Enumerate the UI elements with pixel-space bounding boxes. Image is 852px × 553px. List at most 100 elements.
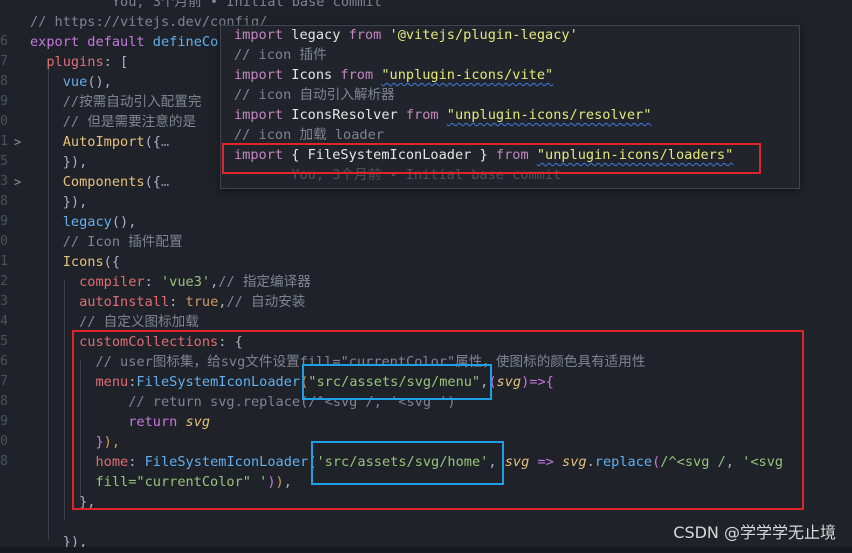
line-number: 1	[0, 254, 8, 269]
peek-line: // icon 自动引入解析器	[234, 85, 395, 105]
line-number: 7	[0, 54, 8, 69]
code-line[interactable]: 8 }),	[0, 192, 852, 212]
code-line[interactable]: 3 autoInstall: true,// 自动安装	[0, 292, 852, 312]
peek-token: import	[234, 67, 292, 83]
line-number: 3	[0, 174, 8, 189]
code-text: export default defineCo	[30, 32, 218, 52]
code-token: …	[160, 174, 170, 190]
peek-token: import	[234, 27, 292, 43]
code-token: ({	[144, 134, 161, 150]
line-number: 0	[0, 114, 8, 129]
code-text: // 自定义图标加载	[30, 312, 199, 332]
peek-token: from	[405, 107, 447, 123]
csdn-watermark: CSDN @学学学无止境	[673, 523, 836, 542]
code-text: autoInstall: true,// 自动安装	[30, 292, 305, 312]
code-text: vue(),	[30, 72, 112, 92]
highlight-box-home-path	[311, 441, 504, 485]
code-token: }),	[30, 194, 88, 210]
line-number: 4	[0, 314, 8, 329]
code-token: // Icon 插件配置	[30, 234, 183, 250]
code-token: true	[185, 294, 219, 310]
status-bar	[0, 547, 852, 553]
line-number: 9	[0, 414, 8, 429]
code-line[interactable]: You, 3个月前 • Initial base commit	[0, 0, 852, 12]
line-number: 9	[0, 94, 8, 109]
code-token: …	[160, 134, 170, 150]
peek-token: "unplugin-icons/resolver"	[446, 107, 652, 123]
code-text: compiler: 'vue3',// 指定编译器	[30, 272, 311, 292]
code-token: : [	[103, 54, 129, 70]
peek-token: from	[340, 67, 382, 83]
code-token: }),	[30, 154, 88, 170]
code-token: // 但是需要注意的是	[30, 114, 197, 130]
line-number: 7	[0, 374, 8, 389]
line-number: 6	[0, 354, 8, 369]
code-token: :	[144, 274, 161, 290]
highlight-box-import-loader	[222, 143, 761, 174]
code-text: You, 3个月前 • Initial base commit	[30, 0, 382, 12]
code-text: Icons({	[30, 252, 120, 272]
code-text: // Icon 插件配置	[30, 232, 183, 252]
line-number: 9	[0, 214, 8, 229]
code-token: default	[87, 34, 153, 50]
peek-line: // icon 加载 loader	[234, 125, 384, 145]
peek-token: // icon 自动引入解析器	[234, 87, 395, 103]
code-text: Components({…	[30, 172, 169, 192]
code-line[interactable]: 0 // Icon 插件配置	[0, 232, 852, 252]
peek-token: // icon 插件	[234, 47, 327, 63]
code-line[interactable]: 4 // 自定义图标加载	[0, 312, 852, 332]
code-token: (),	[87, 74, 112, 90]
code-token: ({	[144, 174, 161, 190]
code-token: plugins	[46, 54, 104, 70]
code-token: ({	[103, 254, 121, 270]
code-text: legacy(),	[30, 212, 137, 232]
line-number: 3	[0, 294, 8, 309]
peek-line: // icon 插件	[234, 45, 327, 65]
code-line[interactable]: 1 Icons({	[0, 252, 852, 272]
line-number: 8	[0, 394, 8, 409]
line-number: 8	[0, 74, 8, 89]
code-token: AutoImport	[62, 134, 145, 150]
peek-token: "unplugin-icons/vite"	[381, 67, 554, 83]
code-token: autoInstall	[79, 294, 170, 310]
peek-token: from	[348, 27, 390, 43]
highlight-box-menu-path	[302, 364, 492, 400]
code-token: Components	[62, 174, 145, 190]
code-text: }),	[30, 152, 88, 172]
line-number: 5	[0, 154, 8, 169]
peek-line: import Icons from "unplugin-icons/vite"	[234, 65, 553, 85]
code-token: (),	[111, 214, 137, 230]
peek-token: '@vitejs/plugin-legacy'	[389, 27, 578, 43]
fold-chevron-icon[interactable]: >	[14, 132, 21, 152]
code-token: // 自定义图标加载	[30, 314, 199, 330]
peek-token: Icons	[291, 67, 341, 83]
code-token: defineCo	[152, 34, 219, 50]
line-number: 6	[0, 34, 8, 49]
code-token: 'vue3'	[160, 274, 211, 290]
code-token: Icons	[62, 254, 104, 270]
code-text: AutoImport({…	[30, 132, 169, 152]
code-token: // 指定编译器	[218, 274, 311, 290]
code-text: }),	[30, 192, 88, 212]
line-number: 8	[0, 454, 8, 469]
code-token: // 自动安装	[226, 294, 306, 310]
line-number: 2	[0, 274, 8, 289]
code-token: compiler	[79, 274, 145, 290]
code-line[interactable]: 9 legacy(),	[0, 212, 852, 232]
fold-chevron-icon[interactable]: >	[14, 172, 21, 192]
line-number: 0	[0, 434, 8, 449]
code-token: //按需自动引入配置完	[30, 94, 202, 110]
peek-token: IconsResolver	[291, 107, 406, 123]
line-number: 1	[0, 134, 8, 149]
peek-token: import	[234, 107, 292, 123]
line-number: 8	[0, 194, 8, 209]
peek-line: import IconsResolver from "unplugin-icon…	[234, 105, 651, 125]
code-line[interactable]: 2 compiler: 'vue3',// 指定编译器	[0, 272, 852, 292]
